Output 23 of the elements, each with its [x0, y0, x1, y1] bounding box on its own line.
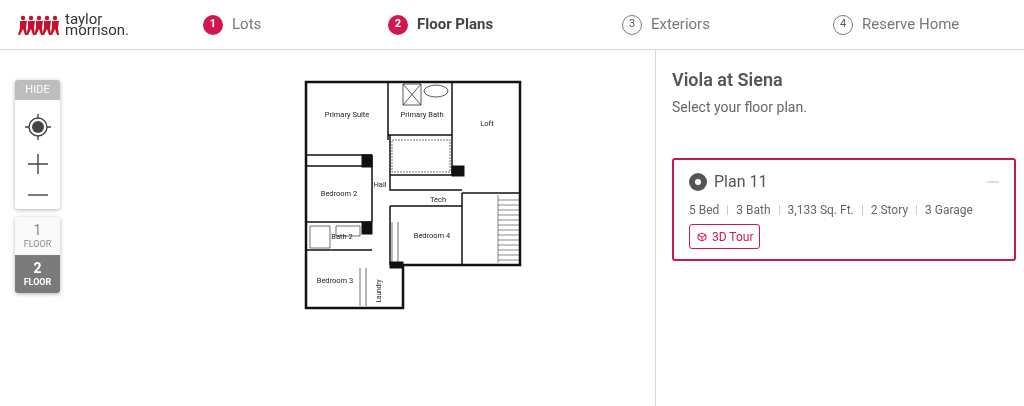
cube-icon	[696, 230, 708, 243]
logo-figures-icon	[18, 14, 60, 35]
plan-name: Plan 11	[714, 171, 768, 193]
step-tab[interactable]: 2 Floor Plans	[388, 13, 622, 36]
community-title: Viola at Siena	[672, 68, 784, 92]
zoom-out-icon[interactable]	[26, 193, 49, 197]
step-tab[interactable]: 4 Reserve Home	[833, 13, 1003, 36]
locate-icon[interactable]	[22, 112, 53, 142]
zoom-in-icon[interactable]	[26, 153, 49, 175]
floor-button[interactable]: 2 FLOOR	[15, 255, 60, 293]
tour-button[interactable]: 3D Tour	[689, 224, 761, 249]
plan-card[interactable]: Plan 11 5 Bed 3 Bath 3,133 Sq. Ft. 2 Story 3 Garage 3D Tour	[672, 158, 1016, 261]
radio-button[interactable]	[689, 173, 707, 191]
plan-spec: 2 Story	[870, 202, 909, 219]
step-tab[interactable]: 3 Exteriors	[622, 13, 833, 36]
plan-spec: 5 Bed	[689, 202, 720, 219]
logo-text: taylor	[65, 13, 103, 25]
subtitle-text: Select your floor plan.	[672, 98, 808, 117]
step-tab[interactable]: 1 Lots	[203, 13, 388, 36]
plan-spec: 3 Bath	[736, 202, 771, 219]
plan-spec: 3 Garage	[925, 202, 973, 219]
floor-button[interactable]: 1 FLOOR	[15, 217, 60, 255]
plan-spec: 3,133 Sq. Ft.	[787, 202, 854, 219]
